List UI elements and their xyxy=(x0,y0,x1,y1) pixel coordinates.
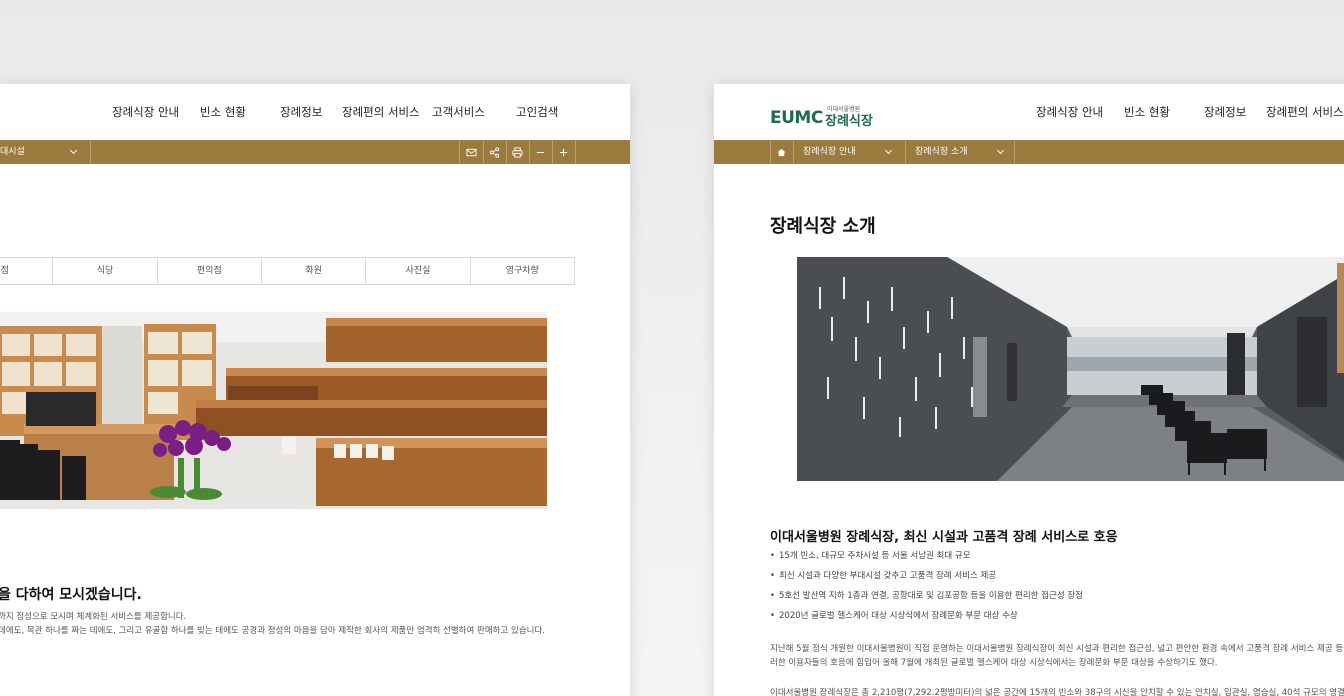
paragraph-line: 이대서울병원 장례식장은 총 2,210평(7,292.2평방미터)의 넓은 공… xyxy=(770,688,1344,696)
nav-item-room-status[interactable]: 빈소 현황 xyxy=(1124,104,1170,120)
tab-flower-shop[interactable]: 화원 xyxy=(262,258,367,284)
list-item: 5호선 발산역 지하 1층과 연결, 공항대로 및 김포공항 등을 이용한 편리… xyxy=(770,590,1083,610)
list-item: 2020년 글로벌 헬스케어 대상 시상식에서 장례문화 부문 대상 수상 xyxy=(770,610,1083,630)
location-bar: 장례식장 안내 장례식장 소개 xyxy=(714,140,1344,164)
nav-item-room-status[interactable]: 빈소 현황 xyxy=(200,104,246,120)
paragraph-line: 러한 이용자들의 호응에 힘입어 올해 7월에 개최된 글로벌 헬스케어 대상 … xyxy=(770,658,1218,668)
home-icon[interactable] xyxy=(770,140,793,164)
chevron-down-icon[interactable] xyxy=(884,146,893,155)
breadcrumb-divider xyxy=(905,140,906,164)
breadcrumb-divider xyxy=(1014,140,1015,164)
nav-item-funeral-guide[interactable]: 장례식장 안내 xyxy=(112,104,179,120)
tab-photo-studio[interactable]: 사진실 xyxy=(366,258,471,284)
print-icon[interactable] xyxy=(506,140,529,164)
breadcrumb-funeral-intro[interactable]: 장례식장 소개 xyxy=(915,140,968,164)
left-page-panel: 장례식장 안내 빈소 현황 장례정보 장례편의 서비스 고객서비스 고인검색 대… xyxy=(0,84,630,696)
minus-icon[interactable] xyxy=(529,140,552,164)
nav-item-funeral-guide[interactable]: 장례식장 안내 xyxy=(1036,104,1103,120)
location-bar: 대시설 xyxy=(0,140,630,164)
section-heading: 을 다하여 모시겠습니다. xyxy=(0,587,142,603)
chevron-down-icon[interactable] xyxy=(69,146,78,155)
right-page-panel: EUMC 이대서울병원 장례식장 장례식장 안내 빈소 현황 장례정보 장례편의… xyxy=(714,84,1344,696)
shop-photo xyxy=(0,312,547,509)
plus-icon[interactable] xyxy=(552,140,575,164)
tab-shop[interactable]: 매점 xyxy=(0,258,54,284)
site-header: 장례식장 안내 빈소 현황 장례정보 장례편의 서비스 고객서비스 고인검색 xyxy=(0,84,630,140)
chevron-down-icon[interactable] xyxy=(996,146,1005,155)
share-icon[interactable] xyxy=(483,140,506,164)
description-line: 까지 정성으로 모시며 체계화된 서비스를 제공합니다. xyxy=(0,612,187,622)
nav-item-customer-service[interactable]: 고객서비스 xyxy=(432,104,485,120)
logo-title: 장례식장 xyxy=(825,114,873,129)
logo-wordmark: EUMC xyxy=(770,108,823,128)
hall-photo xyxy=(797,257,1344,481)
breadcrumb-divider xyxy=(90,140,91,164)
site-header: EUMC 이대서울병원 장례식장 장례식장 안내 빈소 현황 장례정보 장례편의… xyxy=(714,84,1344,140)
nav-item-deceased-search[interactable]: 고인검색 xyxy=(516,104,558,120)
tab-convenience-store[interactable]: 편의점 xyxy=(158,258,262,284)
page-title: 장례식장 소개 xyxy=(770,216,876,237)
list-item: 최신 시설과 다양한 부대시설 갖추고 고품격 장례 서비스 제공 xyxy=(770,570,1083,590)
breadcrumb-facility[interactable]: 대시설 xyxy=(0,140,25,164)
breadcrumb-funeral-guide[interactable]: 장례식장 안내 xyxy=(803,140,856,164)
description-line: 데에도, 목관 하나를 짜는 데에도, 그리고 유골함 하나를 빚는 데에도 공… xyxy=(0,626,545,636)
list-item: 15개 빈소, 대규모 주차시설 등 서울 서남권 최대 규모 xyxy=(770,550,1083,570)
nav-item-convenience-service[interactable]: 장례편의 서비스 xyxy=(342,104,420,120)
nav-item-funeral-info[interactable]: 장례정보 xyxy=(280,104,322,120)
tab-restaurant[interactable]: 식당 xyxy=(53,258,158,284)
section-heading: 이대서울병원 장례식장, 최신 시설과 고품격 장례 서비스로 호응 xyxy=(770,530,1118,545)
paragraph-line: 지난해 5월 정식 개원한 이대서울병원이 직접 운영하는 이대서울병원 장례식… xyxy=(770,644,1344,654)
breadcrumb-divider xyxy=(793,140,794,164)
facility-tabs: 매점 식당 편의점 화원 사진실 영구차량 xyxy=(0,257,575,285)
tool-divider xyxy=(575,140,576,164)
feature-list: 15개 빈소, 대규모 주차시설 등 서울 서남권 최대 규모 최신 시설과 다… xyxy=(770,550,1083,630)
nav-item-funeral-info[interactable]: 장례정보 xyxy=(1204,104,1246,120)
tab-hearse[interactable]: 영구차량 xyxy=(471,258,574,284)
mail-icon[interactable] xyxy=(460,140,483,164)
eumc-logo[interactable]: EUMC 이대서울병원 장례식장 xyxy=(770,102,900,130)
nav-item-convenience-service[interactable]: 장례편의 서비스 xyxy=(1266,104,1344,120)
